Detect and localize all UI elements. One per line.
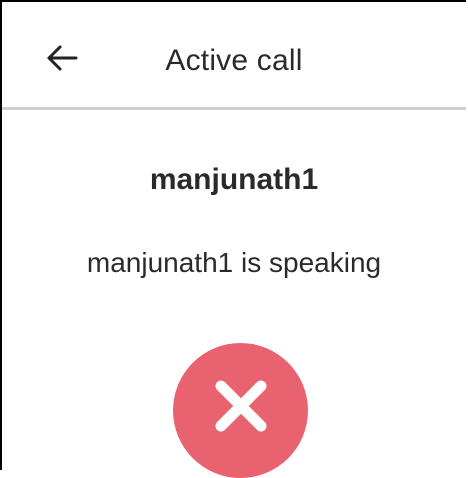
caller-name: manjunath1 bbox=[149, 163, 319, 196]
call-status-text: manjunath1 is speaking bbox=[86, 247, 382, 278]
close-icon bbox=[215, 380, 266, 431]
end-call-button[interactable] bbox=[173, 343, 308, 478]
page-title: Active call bbox=[165, 44, 303, 77]
active-call-screen: Active call manjunath1 manjunath1 is spe… bbox=[0, 0, 466, 478]
app-header: Active call bbox=[2, 2, 466, 110]
